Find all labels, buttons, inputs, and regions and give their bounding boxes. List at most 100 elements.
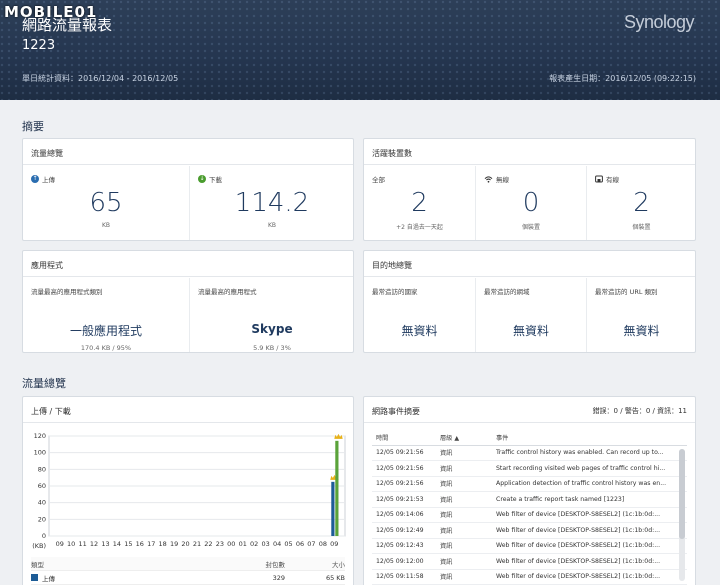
x-tick-label: 01	[239, 540, 247, 548]
report-period: 單日統計資料：2016/12/04 - 2016/12/05	[22, 74, 179, 83]
x-tick-label: 17	[147, 540, 155, 548]
wired-label: 有線	[606, 176, 619, 184]
x-tick-label: 09	[56, 540, 64, 548]
upload-unit: KB	[101, 222, 111, 229]
x-tick-label: 21	[193, 540, 201, 548]
all-devices-value: 2	[411, 188, 428, 218]
peak-marker-icon	[334, 433, 343, 439]
event-row[interactable]: 12/05 09:12:00 資訊 Web filter of device [DE…	[372, 554, 687, 570]
active-devices-card: 活躍裝置數 全部 2 +2 自過去一天起 無線 0 個裝置 有線 2 個裝置	[363, 138, 696, 241]
y-axis-unit: (KB)	[32, 542, 46, 550]
top-app-value: Skype	[251, 322, 293, 336]
events-scrollbar-thumb[interactable]	[679, 449, 685, 539]
y-tick-label: 40	[38, 499, 46, 507]
event-row[interactable]: 12/05 09:11:58 資訊 Web filter of device [DE…	[372, 570, 687, 585]
download-unit: KB	[267, 222, 277, 229]
event-level: 資訊	[440, 481, 453, 489]
event-row[interactable]: 12/05 09:21:56 資訊 Traffic control history …	[372, 446, 687, 461]
y-tick-label: 60	[38, 482, 46, 490]
x-tick-label: 22	[204, 540, 212, 548]
event-row[interactable]: 12/05 09:12:43 資訊 Web filter of device [DE…	[372, 539, 687, 554]
event-row[interactable]: 12/05 09:21:53 資訊 Create a traffic report …	[372, 492, 687, 508]
event-time: 12/05 09:21:56	[376, 449, 424, 457]
wifi-icon	[484, 175, 493, 183]
legend-row-upload[interactable]: 上傳 329 65 KB	[31, 571, 345, 585]
upload-download-chart-card: 上傳 / 下載 0 20 40 60 80 100 120 (KB) 09 10 11 12 13 14 1…	[22, 396, 354, 585]
top-url-category-value: 無資料	[623, 324, 660, 338]
event-row[interactable]: 12/05 09:21:56 資訊 Start recording visited …	[372, 461, 687, 477]
event-row[interactable]: 12/05 09:21:56 資訊 Application detection of…	[372, 477, 687, 492]
upload-download-chart: 020406080100120(KB) 09 10 11 12 13 14 15 16 17 18 1…	[32, 432, 346, 550]
y-tick-label: 0	[42, 532, 46, 540]
event-text: Create a traffic report task named [1223…	[496, 495, 625, 503]
event-time: 12/05 09:21:56	[376, 480, 424, 488]
top-app-label: 流量最高的應用程式	[198, 288, 257, 296]
top-app-category-note: 170.4 KB / 95%	[80, 344, 132, 352]
download-arrow-icon: ↓	[198, 175, 206, 183]
x-tick-label: 00	[227, 540, 235, 548]
legend-header-packets: 封包數	[265, 560, 286, 569]
y-tick-label: 80	[38, 465, 46, 473]
legend-upload-size: 65 KB	[325, 573, 345, 582]
top-domain-value: 無資料	[512, 324, 549, 338]
events-scrollbar[interactable]	[679, 449, 685, 581]
applications-card: 應用程式 流量最高的應用程式類別 一般應用程式 170.4 KB / 95% 流…	[22, 250, 354, 353]
event-time: 12/05 09:12:49	[376, 526, 424, 534]
event-time: 12/05 09:14:06	[376, 511, 424, 519]
x-tick-label: 19	[170, 540, 178, 548]
x-tick-label: 05	[284, 540, 292, 548]
event-time: 12/05 09:12:43	[376, 542, 424, 550]
upload-value: 65	[89, 188, 123, 218]
event-level: 資訊	[440, 574, 453, 582]
wireless-value: 0	[522, 188, 540, 218]
download-label: 下載	[209, 176, 222, 184]
x-tick-label: 12	[90, 540, 98, 548]
top-country-label: 最常造訪的國家	[372, 288, 418, 296]
card-title: 活躍裝置數	[364, 139, 695, 165]
traffic-overview-card: 流量總覽 ↑ 上傳 65 KB ↓ 下載 114.2 KB	[22, 138, 354, 241]
all-devices-column: 全部 2 +2 自過去一天起	[364, 166, 475, 240]
event-text: Web filter of device [DESKTOP-S8ESEL2] (…	[496, 511, 661, 519]
x-tick-label: 10	[67, 540, 75, 548]
chart-title: 上傳 / 下載	[23, 397, 353, 423]
events-col-level[interactable]: 層級 ▲	[440, 433, 496, 442]
event-row[interactable]: 12/05 09:12:49 資訊 Web filter of device [DE…	[372, 523, 687, 539]
y-tick-label: 120	[34, 432, 46, 440]
event-text: Web filter of device [DESKTOP-S8ESEL2] (…	[496, 557, 661, 565]
x-tick-label: 03	[261, 540, 269, 548]
events-header-row: 時間 層級 ▲ 事件	[372, 430, 687, 446]
card-title: 流量總覽	[23, 139, 353, 165]
event-level: 資訊	[440, 512, 453, 520]
watermark-logo: MOBILE01	[4, 3, 98, 21]
events-counts: 錯誤：0 / 警告：0 / 資訊：11	[592, 407, 687, 415]
x-tick-label: 06	[296, 540, 304, 548]
event-level: 資訊	[440, 496, 453, 504]
report-name: 1223	[22, 38, 56, 53]
report-created-date: 報表產生日期：2016/12/05 (09:22:15)	[549, 74, 696, 83]
event-time: 12/05 09:12:00	[376, 557, 424, 565]
x-tick-label: 09	[330, 540, 338, 548]
wireless-devices-column: 無線 0 個裝置	[475, 166, 586, 240]
x-tick-label: 07	[307, 540, 315, 548]
events-col-event[interactable]: 事件	[496, 433, 687, 442]
event-time: 12/05 09:21:56	[376, 464, 424, 472]
event-text: Start recording visited web pages of tra…	[496, 464, 666, 472]
bar-download	[335, 440, 339, 536]
top-domain-column: 最常造訪的網域 無資料	[475, 278, 586, 352]
top-app-column: 流量最高的應用程式 Skype 5.9 KB / 3%	[189, 278, 354, 352]
x-tick-label: 18	[159, 540, 167, 548]
download-column: ↓ 下載 114.2 KB	[189, 166, 354, 240]
top-domain-label: 最常造訪的網域	[484, 288, 530, 296]
traffic-section-title: 流量總覽	[22, 377, 66, 390]
event-text: Application detection of traffic control…	[496, 480, 667, 488]
event-level: 資訊	[440, 527, 453, 535]
events-col-time[interactable]: 時間	[372, 433, 440, 442]
top-app-category-value: 一般應用程式	[69, 324, 142, 338]
ethernet-icon	[595, 175, 603, 183]
event-text: Web filter of device [DESKTOP-S8ESEL2] (…	[496, 526, 661, 534]
legend-header-size: 大小	[332, 560, 345, 569]
upload-label: 上傳	[42, 176, 55, 184]
y-tick-label: 100	[34, 449, 46, 457]
all-devices-label: 全部	[372, 176, 385, 184]
event-row[interactable]: 12/05 09:14:06 資訊 Web filter of device [DE…	[372, 508, 687, 523]
